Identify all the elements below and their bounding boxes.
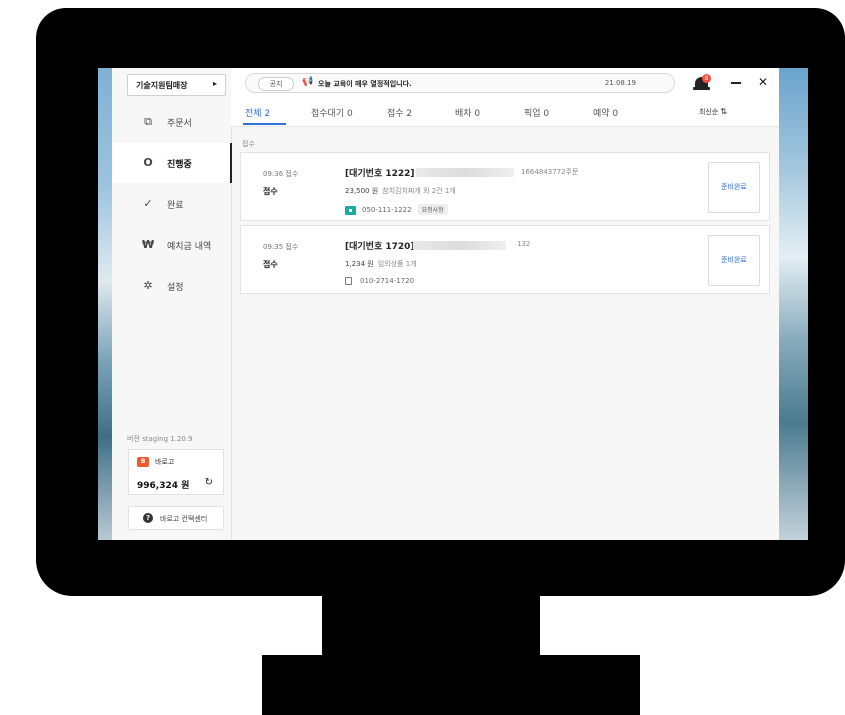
- sidebar-item-label: 진행중: [167, 160, 192, 170]
- order-menu: 임의상품 1개: [377, 260, 417, 268]
- order-menu: 참치김치찌개 외 2건 1개: [382, 187, 456, 195]
- notice-tag: 공지: [258, 77, 294, 91]
- ready-complete-button[interactable]: 준비완료: [708, 235, 760, 286]
- question-icon: ?: [143, 513, 153, 523]
- sidebar-item-label: 완료: [167, 201, 184, 211]
- tab-dispatch[interactable]: 배차 0: [455, 106, 480, 119]
- order-wait-number: [대기번호 1720]: [345, 242, 415, 252]
- monitor-neck: [322, 590, 540, 660]
- document-icon: ⧉: [144, 115, 152, 128]
- caret-right-icon: ▸: [212, 79, 217, 88]
- support-center-button[interactable]: ? 바로고 컨택센터: [128, 506, 224, 530]
- sidebar-item-in-progress[interactable]: O 진행중: [112, 143, 232, 183]
- close-icon[interactable]: ✕: [758, 75, 768, 89]
- tab-pickup[interactable]: 픽업 0: [524, 106, 549, 119]
- order-phone: 050-111-1222: [362, 206, 412, 214]
- brand-name: 바로고: [155, 458, 175, 466]
- order-status: 접수: [263, 187, 278, 196]
- notice-bar[interactable]: 공지 📢 오늘 교육이 매우 열정적입니다. 21.08.19: [245, 73, 675, 93]
- version-label: 버전 staging 1.20.9: [127, 435, 193, 443]
- megaphone-icon: 📢: [302, 77, 314, 87]
- active-tab-indicator: [243, 123, 286, 125]
- copy-icon[interactable]: [345, 277, 352, 285]
- request-badge[interactable]: 요청사항: [417, 204, 448, 215]
- balance-amount: 996,324 원: [137, 481, 190, 491]
- order-phone-row: 010-2714-1720: [345, 277, 414, 285]
- masked-address: [413, 241, 506, 250]
- wallpaper-left: [98, 68, 112, 540]
- order-status: 접수: [263, 260, 278, 269]
- tab-waiting[interactable]: 접수대기 0: [311, 106, 353, 119]
- app-window: 기술지원팀매장 ▸ ⧉ 주문서 O 진행중 ✓ 완료 ₩ 예치금 내역 ✲ 설정…: [112, 68, 779, 540]
- support-center-label: 바로고 컨택센터: [160, 515, 208, 523]
- order-phone: 010-2714-1720: [360, 277, 415, 285]
- notice-date: 21.08.19: [604, 79, 636, 87]
- sidebar-item-completed[interactable]: ✓ 완료: [112, 184, 231, 224]
- sidebar-item-label: 주문서: [167, 119, 192, 129]
- order-price-row: 23,500 원 참치김치찌개 외 2건 1개: [345, 186, 456, 196]
- ready-complete-button[interactable]: 준비완료: [708, 162, 760, 213]
- monitor-stand: [262, 655, 640, 715]
- order-time: 09:36 접수: [263, 170, 299, 178]
- order-time: 09:35 접수: [263, 243, 299, 251]
- order-price-row: 1,234 원 임의상품 1개: [345, 259, 417, 269]
- sidebar-item-settings[interactable]: ✲ 설정: [112, 266, 231, 306]
- order-code: 132: [517, 240, 531, 248]
- sidebar-item-deposit[interactable]: ₩ 예치금 내역: [112, 225, 231, 265]
- check-icon: ✓: [143, 197, 153, 210]
- sort-arrows-icon: ⇅: [720, 107, 727, 116]
- notification-bell-icon[interactable]: 8: [693, 74, 711, 91]
- section-label: 접수: [242, 140, 255, 148]
- notification-count-badge: 8: [702, 74, 711, 83]
- tab-reserved[interactable]: 예약 0: [593, 106, 618, 119]
- order-card[interactable]: 09:35 접수 접수 [대기번호 1720] 132 1,234 원 임의상품 …: [240, 225, 770, 294]
- sidebar: 기술지원팀매장 ▸ ⧉ 주문서 O 진행중 ✓ 완료 ₩ 예치금 내역 ✲ 설정…: [112, 68, 232, 540]
- sort-label: 최신순: [698, 108, 719, 116]
- refresh-icon[interactable]: ↻: [205, 477, 213, 488]
- order-card[interactable]: 09:36 접수 접수 [대기번호 1222] 1664843772주문 23,…: [240, 152, 770, 221]
- top-bar: 공지 📢 오늘 교육이 매우 열정적입니다. 21.08.19 8 ✕: [231, 68, 779, 98]
- tab-accepted[interactable]: 접수 2: [387, 106, 412, 119]
- masked-address: [416, 168, 514, 177]
- sort-toggle[interactable]: 최신순 ⇅: [699, 107, 727, 117]
- sidebar-item-orders[interactable]: ⧉ 주문서: [112, 102, 231, 142]
- order-phone-row: ▪ 050-111-1222 요청사항: [345, 204, 448, 215]
- gear-icon: ✲: [143, 279, 153, 292]
- order-code: 1664843772주문: [521, 168, 579, 176]
- order-price: 23,500 원: [345, 187, 379, 195]
- store-name: 기술지원팀매장: [136, 81, 188, 90]
- circle-progress-icon: O: [143, 156, 153, 169]
- status-tabs: 전체 2 접수대기 0 접수 2 배차 0 픽업 0 예약 0 최신순 ⇅: [231, 98, 779, 127]
- sidebar-item-label: 예치금 내역: [167, 242, 212, 252]
- store-selector[interactable]: 기술지원팀매장 ▸: [127, 74, 226, 96]
- order-price: 1,234 원: [345, 260, 374, 268]
- balance-box: B 바로고 996,324 원 ↻: [128, 449, 224, 495]
- brand-logo-icon: B: [137, 457, 149, 467]
- minimize-icon[interactable]: [731, 82, 741, 84]
- order-wait-number: [대기번호 1222]: [345, 169, 415, 179]
- notice-text: 오늘 교육이 매우 열정적입니다.: [318, 80, 412, 88]
- wallpaper-right: [779, 68, 808, 540]
- tab-all[interactable]: 전체 2: [245, 106, 270, 119]
- payment-card-icon: ▪: [345, 205, 356, 215]
- won-icon: ₩: [142, 238, 155, 251]
- sidebar-item-label: 설정: [167, 283, 184, 293]
